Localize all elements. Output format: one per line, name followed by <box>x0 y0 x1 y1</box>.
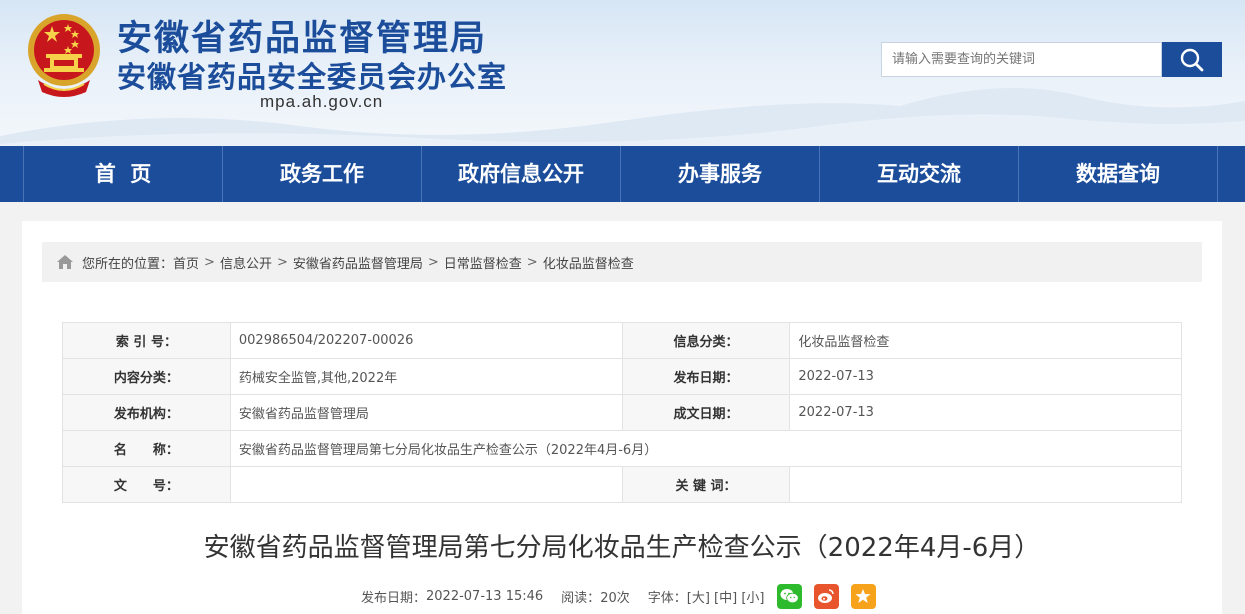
nav-item-services[interactable]: 办事服务 <box>621 146 820 202</box>
doc-number-value <box>229 466 623 503</box>
weibo-icon <box>818 589 834 603</box>
breadcrumb-info-disclosure-link[interactable]: 信息公开 <box>220 253 272 272</box>
publisher-value: 安徽省药品监督管理局 <box>229 394 623 431</box>
article-meta: 发布日期： 2022-07-13 15:46 阅读： 20次 字体： [大] [… <box>361 583 876 609</box>
breadcrumb-home-link[interactable]: 首页 <box>173 253 199 272</box>
wechat-share-button[interactable] <box>776 583 802 609</box>
national-emblem-icon <box>28 14 100 97</box>
font-large-button[interactable]: [大] <box>687 587 710 606</box>
search-icon <box>1180 48 1204 71</box>
site-subtitle: 安徽省药品安全委员会办公室 <box>117 60 508 94</box>
breadcrumb-separator: > <box>276 254 288 270</box>
font-medium-button[interactable]: [中] <box>714 587 737 606</box>
table-row: 发布机构： 安徽省药品监督管理局 成文日期： 2022-07-13 <box>62 394 1182 431</box>
document-info-table: 索 引 号： 002986504/202207-00026 信息分类： 化妆品监… <box>62 322 1183 503</box>
table-row: 文 号： 关 键 词： <box>62 466 1182 503</box>
content-category-label: 内容分类： <box>62 358 231 395</box>
doc-number-label: 文 号： <box>62 466 231 503</box>
wechat-icon <box>780 589 799 604</box>
nav-item-government-affairs[interactable]: 政务工作 <box>223 146 422 202</box>
nav-spacer <box>0 146 24 202</box>
nav-item-data-query[interactable]: 数据查询 <box>1019 146 1218 202</box>
table-row: 名 称： 安徽省药品监督管理局第七分局化妆品生产检查公示（2022年4月-6月） <box>62 430 1183 467</box>
publisher-label: 发布机构： <box>62 394 231 431</box>
breadcrumb-bureau-link[interactable]: 安徽省药品监督管理局 <box>293 253 423 272</box>
publish-label: 发布日期： <box>361 590 427 606</box>
nav-item-info-disclosure[interactable]: 政府信息公开 <box>422 146 621 202</box>
table-row: 内容分类： 药械安全监管,其他,2022年 发布日期： 2022-07-13 <box>62 358 1182 395</box>
doc-name-label: 名 称： <box>62 430 231 467</box>
index-number-value: 002986504/202207-00026 <box>229 322 623 359</box>
publish-date-value: 2022-07-13 <box>789 358 1182 395</box>
created-date-value: 2022-07-13 <box>789 394 1182 431</box>
views-count: 20次 <box>600 590 630 606</box>
nav-item-interaction[interactable]: 互动交流 <box>820 146 1019 202</box>
table-row: 索 引 号： 002986504/202207-00026 信息分类： 化妆品监… <box>62 322 1182 359</box>
favorite-button[interactable] <box>850 583 876 609</box>
breadcrumb: 您所在的位置： 首页 > 信息公开 > 安徽省药品监督管理局 > 日常监督检查 … <box>42 242 1202 282</box>
search-input[interactable] <box>881 42 1162 77</box>
doc-name-value: 安徽省药品监督管理局第七分局化妆品生产检查公示（2022年4月-6月） <box>229 430 1183 467</box>
views-label: 阅读： <box>561 590 601 606</box>
nav-item-home[interactable]: 首 页 <box>24 146 223 202</box>
breadcrumb-cosmetics-inspection-link[interactable]: 化妆品监督检查 <box>543 253 634 272</box>
font-small-button[interactable]: [小] <box>741 587 764 606</box>
publish-datetime: 2022-07-13 15:46 <box>426 588 544 604</box>
home-icon <box>56 254 74 270</box>
main-nav: 首 页 政务工作 政府信息公开 办事服务 互动交流 数据查询 <box>0 146 1245 202</box>
content-category-value: 药械安全监管,其他,2022年 <box>229 358 623 395</box>
keywords-label: 关 键 词： <box>621 466 791 503</box>
index-number-label: 索 引 号： <box>62 322 231 359</box>
weibo-share-button[interactable] <box>813 583 839 609</box>
site-domain: mpa.ah.gov.cn <box>260 92 384 111</box>
keywords-value <box>789 466 1182 503</box>
created-date-label: 成文日期： <box>621 394 791 431</box>
search-button[interactable] <box>1162 42 1222 77</box>
info-category-value: 化妆品监督检查 <box>789 322 1182 359</box>
article-title: 安徽省药品监督管理局第七分局化妆品生产检查公示（2022年4月-6月） <box>203 533 1041 563</box>
font-size-label: 字体： <box>647 590 687 606</box>
favorite-icon <box>855 589 871 603</box>
breadcrumb-daily-inspection-link[interactable]: 日常监督检查 <box>444 253 522 272</box>
breadcrumb-prefix: 您所在的位置： <box>82 256 174 272</box>
breadcrumb-separator: > <box>204 254 215 270</box>
site-header: 安徽省药品监督管理局 安徽省药品安全委员会办公室 mpa.ah.gov.cn <box>0 0 1245 146</box>
breadcrumb-separator: > <box>427 254 439 270</box>
content-panel: 您所在的位置： 首页 > 信息公开 > 安徽省药品监督管理局 > 日常监督检查 … <box>22 221 1222 614</box>
publish-date-label: 发布日期： <box>621 358 791 395</box>
breadcrumb-separator: > <box>526 254 538 270</box>
info-category-label: 信息分类： <box>621 322 791 359</box>
